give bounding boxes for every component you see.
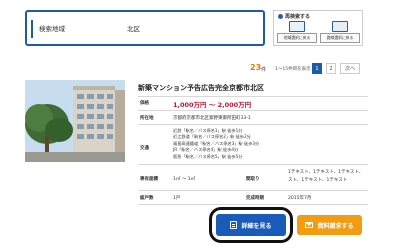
divider [138, 164, 368, 165]
property-photo[interactable] [25, 80, 125, 162]
view-details-label: 詳細を見る [241, 222, 272, 230]
page-button-1[interactable]: 1 [312, 63, 322, 74]
completion-value: 2015年7月 [288, 196, 312, 201]
divider [138, 96, 368, 97]
access-line: 阪急「駅名／バス停名5」駅 徒歩5分 [173, 153, 243, 159]
next-page-button[interactable]: 次へ [340, 63, 360, 74]
layout-label: 間取り [246, 177, 260, 182]
back-to-area-button[interactable]: 地域選択に戻る [277, 21, 317, 43]
divider [138, 110, 368, 111]
access-list: 近鉄「駅名／バス停名1」駅 徒歩1分 近江鉄道「駅名／バス停名2」駅 徒歩2分 … [173, 128, 259, 160]
total-units-label: 総戸数 [140, 196, 154, 201]
result-range: 1〜15件目を表示 [275, 67, 311, 72]
divider [138, 190, 368, 191]
page-button-2[interactable]: 2 [326, 63, 336, 74]
total-units-value: 1戸 [173, 196, 181, 201]
floor-area-label: 専有面積 [140, 177, 158, 182]
request-materials-button[interactable]: 資料請求する [297, 215, 362, 235]
price-value: 1,000万円 ～ 2,000万円 [173, 101, 252, 109]
document-icon [230, 221, 238, 229]
price-label: 価格 [140, 101, 149, 106]
property-title[interactable]: 新築マンション予告広告完全京都市北区 [138, 83, 264, 93]
magnifier-icon [278, 14, 283, 19]
search-area-label: 検索地域 [39, 25, 65, 33]
layout-value-line1: 1テキスト、1テキスト、1テキスト、 [288, 170, 364, 175]
divider [138, 124, 368, 125]
accent-bar [31, 20, 33, 38]
back-to-area-label: 地域選択に戻る [277, 33, 317, 43]
search-summary-box: 検索地域 北区 [25, 10, 265, 46]
research-title: 再検索する [278, 13, 310, 20]
address-value: 京都府京都市北区紫野東御所田町33-1 [173, 116, 251, 121]
access-line: 近江鉄道「駅名／バス停名2」駅 徒歩2分 [173, 134, 251, 140]
back-to-route-button[interactable]: 路線選択に戻る [320, 21, 360, 43]
result-count-unit: 件 [261, 67, 267, 73]
train-route-icon [332, 21, 348, 32]
access-label: 交通 [140, 146, 149, 151]
mail-icon [305, 222, 314, 228]
divider [138, 204, 368, 205]
view-details-button[interactable]: 詳細を見る [216, 214, 286, 236]
map-icon [289, 21, 305, 32]
research-panel: 再検索する 地域選択に戻る 路線選択に戻る [273, 10, 363, 46]
layout-value-line2: スト、1テキスト、1テキスト [288, 178, 348, 183]
building-image [25, 80, 125, 162]
floor-area-value: 1㎡ ～ 1㎡ [173, 177, 196, 182]
search-area-value: 北区 [127, 25, 140, 33]
address-label: 所在地 [140, 116, 154, 121]
request-materials-label: 資料請求する [317, 222, 354, 230]
back-to-route-label: 路線選択に戻る [320, 33, 360, 43]
completion-label: 完成時期 [246, 196, 264, 201]
result-count: 23 [250, 63, 262, 72]
